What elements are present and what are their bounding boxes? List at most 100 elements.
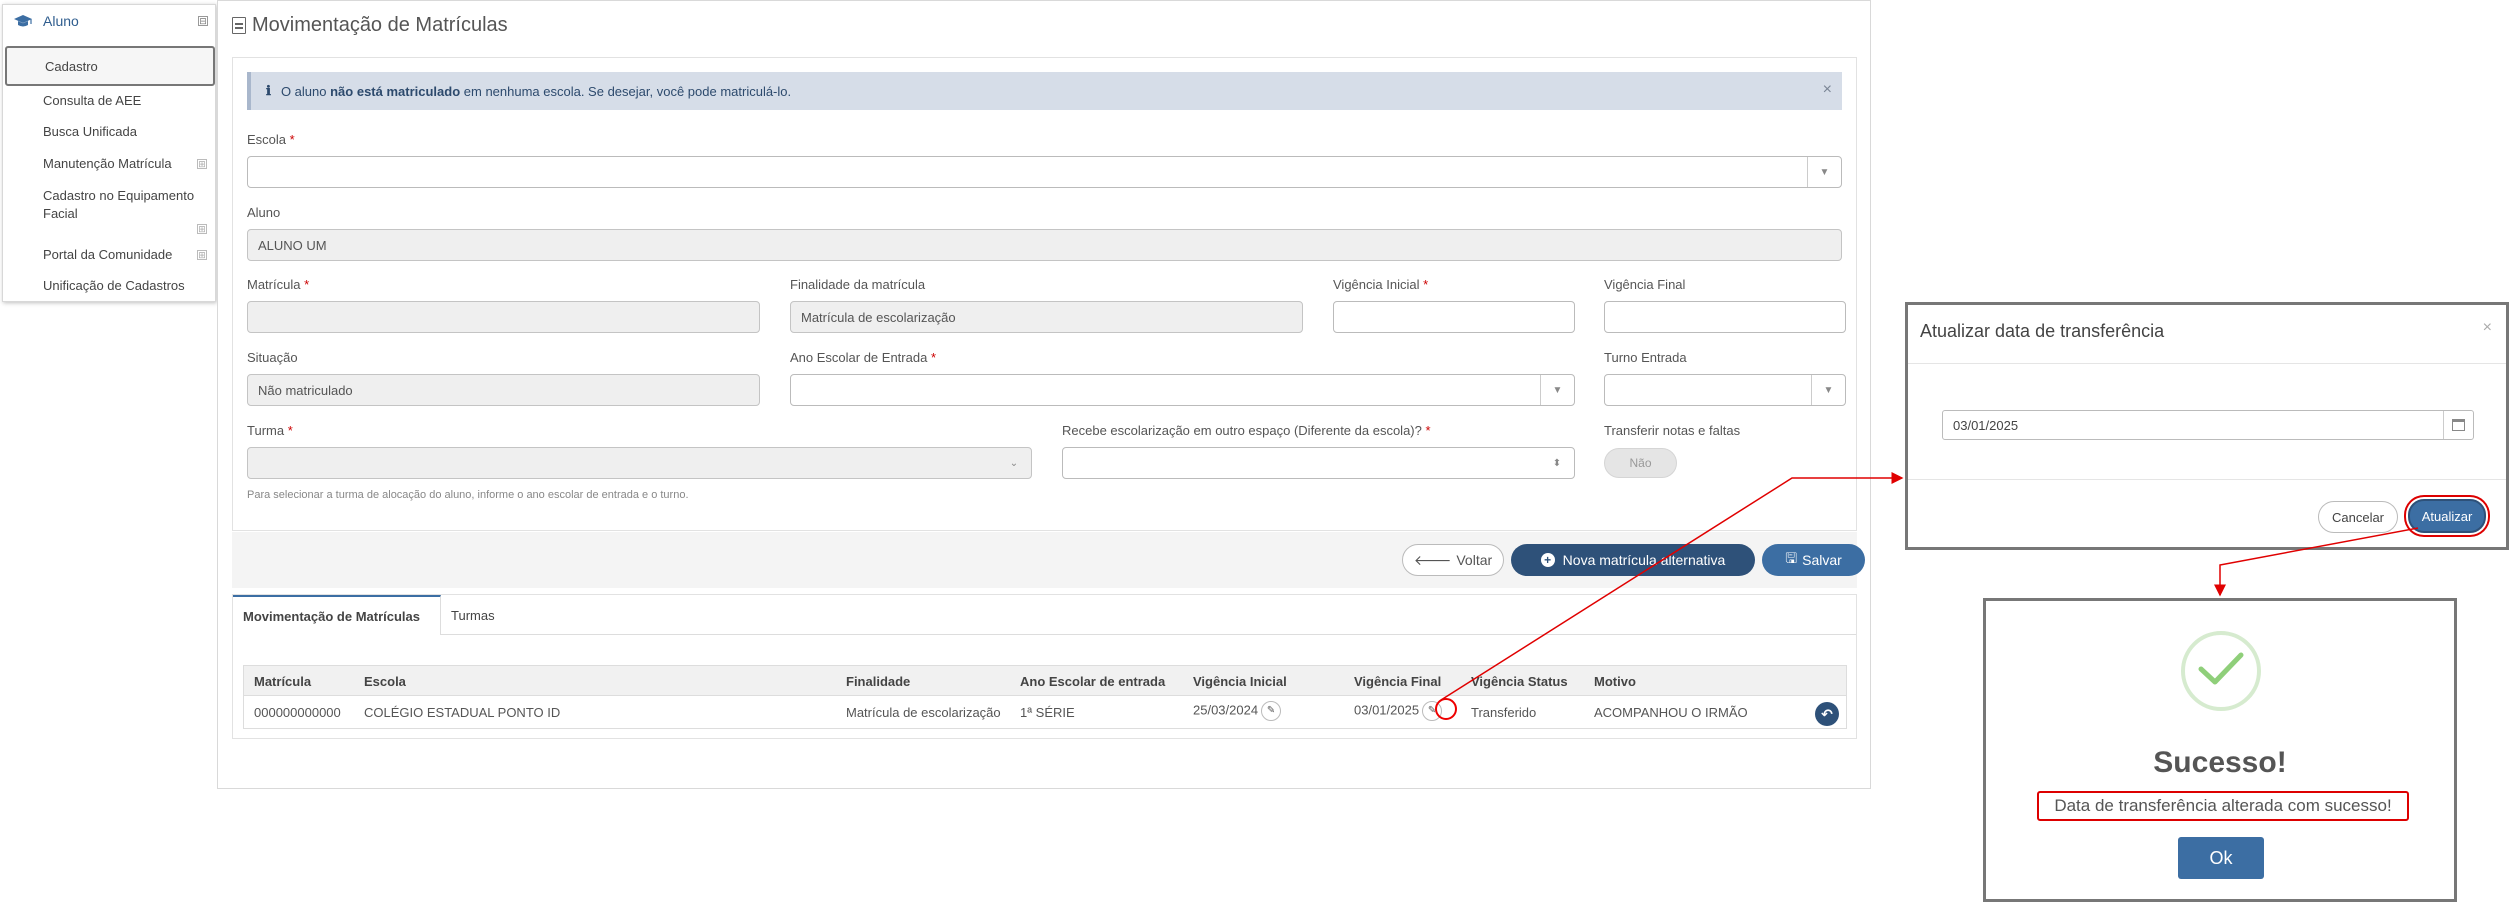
cell-vigencia-final: 03/01/2025 ✎ [1354,701,1443,721]
sidebar-item-portal-comunidade[interactable]: Portal da Comunidade [43,247,172,262]
column-header: Matrícula [254,674,312,689]
finalidade-field: Matrícula de escolarização [790,301,1303,333]
cell-finalidade: Matrícula de escolarização [846,705,1001,720]
outro-espaco-label: Recebe escolarização em outro espaço (Di… [1062,423,1431,438]
aluno-label: Aluno [247,205,281,220]
sidebar-item-busca-unificada[interactable]: Busca Unificada [43,124,137,139]
tab-movimentacao[interactable]: Movimentação de Matrículas [233,595,441,635]
outro-espaco-select[interactable]: ⬍ [1062,447,1575,479]
matricula-label: Matrícula * [247,277,310,292]
close-icon[interactable]: × [1823,81,1832,99]
finalidade-label: Finalidade da matrícula [790,277,926,292]
sidebar-item-label: Consulta de AEE [43,93,142,108]
chevron-down-icon: ▼ [1811,375,1845,405]
edit-icon[interactable]: ✎ [1261,701,1282,721]
highlight-ring [1435,698,1457,720]
salvar-button[interactable]: 🖫 Salvar [1762,544,1865,576]
graduation-cap-icon [14,15,32,27]
escola-select[interactable]: ▼ [247,156,1842,188]
calendar-icon [2452,419,2465,431]
ok-button[interactable]: Ok [2178,837,2264,879]
document-icon [232,17,246,34]
cell-escola: COLÉGIO ESTADUAL PONTO ID [364,705,561,720]
sidebar-module-label: Aluno [43,13,79,29]
close-icon[interactable]: × [2483,319,2492,337]
situacao-label: Situação [247,350,298,365]
column-header: Vigência Inicial [1193,674,1287,689]
turno-select[interactable]: ▼ [1604,374,1846,406]
sidebar-module-header[interactable]: Aluno ⊟ [3,5,215,37]
vigencia-inicial-input[interactable] [1333,301,1575,333]
ano-escolar-label: Ano Escolar de Entrada * [790,350,936,365]
escola-label: Escola * [247,132,295,147]
undo-button[interactable]: ↶ [1815,702,1839,726]
info-icon: ℹ [266,83,271,99]
expand-icon[interactable]: ⊞ [197,250,207,260]
ano-escolar-select[interactable]: ▼ [790,374,1575,406]
nova-matricula-button[interactable]: + Nova matrícula alternativa [1511,544,1755,576]
sidebar-item-equipamento-facial[interactable]: Cadastro no Equipamento Facial [43,187,211,223]
success-message: Data de transferência alterada com suces… [2037,791,2409,821]
sidebar-item-label: Cadastro no Equipamento Facial [43,188,195,221]
sidebar-item-label: Unificação de Cadastros [43,278,185,293]
enrollment-form: ℹ O aluno não está matriculado em nenhum… [232,57,1857,531]
vigencia-final-label: Vigência Final [1604,277,1686,292]
turma-label: Turma * [247,423,293,438]
save-icon: 🖫 [1785,550,1798,566]
success-modal: Sucesso! Data de transferência alterada … [1983,598,2457,902]
sidebar-menu: Aluno ⊟ Cadastro Consulta de AEE Busca U… [2,4,216,302]
calendar-button[interactable] [2443,411,2473,439]
column-header: Escola [364,674,406,689]
alert-text: O aluno não está matriculado em nenhuma … [280,83,792,99]
modal-divider [1908,479,2506,480]
tab-turmas[interactable]: Turmas [441,595,505,635]
tab-divider [441,634,1856,635]
chevron-down-icon: ⌄ [1009,457,1019,469]
expand-icon[interactable]: ⊞ [197,159,207,169]
sidebar-item-cadastro[interactable]: Cadastro [5,46,215,86]
cancel-button[interactable]: Cancelar [2318,501,2398,533]
column-header: Ano Escolar de entrada [1020,674,1166,689]
action-bar: 🡐 Voltar + Nova matrícula alternativa 🖫 … [232,532,1865,588]
transfer-date-input[interactable]: 03/01/2025 [1942,410,2474,440]
transferir-toggle[interactable]: Não [1604,448,1677,478]
cell-motivo: ACOMPANHOU O IRMÃO [1594,705,1748,720]
update-date-modal: Atualizar data de transferência × 03/01/… [1905,302,2509,550]
voltar-button[interactable]: 🡐 Voltar [1402,544,1504,576]
cell-ano: 1ª SÉRIE [1020,705,1075,720]
modal-divider [1908,363,2506,364]
matricula-field [247,301,760,333]
column-header: Finalidade [846,674,911,689]
expand-icon[interactable]: ⊞ [197,224,207,234]
collapse-icon[interactable]: ⊟ [198,16,208,26]
info-alert: ℹ O aluno não está matriculado em nenhum… [247,72,1842,110]
sidebar-item-consulta-aee[interactable]: Consulta de AEE [43,93,141,108]
turno-label: Turno Entrada [1604,350,1687,365]
chevron-down-icon: ▼ [1807,157,1841,187]
modal-title: Atualizar data de transferência [1920,321,2165,341]
column-header: Motivo [1594,674,1636,689]
chevron-down-icon: ▼ [1540,375,1574,405]
update-button[interactable]: Atualizar [2408,499,2486,533]
plus-icon: + [1540,553,1555,567]
main-panel: Movimentação de Matrículas ℹ O aluno não… [217,0,1871,789]
success-title: Sucesso! [2153,746,2287,779]
sidebar-item-unificacao-cadastros[interactable]: Unificação de Cadastros [43,278,185,293]
sidebar-item-label: Manutenção Matrícula [43,156,172,171]
page-title-text: Movimentação de Matrículas [252,14,508,36]
tabs-section: Movimentação de Matrículas Turmas Matríc… [232,594,1857,739]
cell-status: Transferido [1471,705,1537,720]
vigencia-inicial-label: Vigência Inicial * [1333,277,1429,292]
vigencia-final-input[interactable] [1604,301,1846,333]
turma-hint: Para selecionar a turma de alocação do a… [247,489,689,501]
sidebar-item-manutencao-matricula[interactable]: Manutenção Matrícula [43,156,172,171]
cell-matricula: 000000000000 [254,705,341,720]
updown-icon: ⬍ [1552,457,1562,469]
situacao-field: Não matriculado [247,374,760,406]
sidebar-item-label: Busca Unificada [43,124,137,139]
arrow-left-icon: 🡐 [1413,551,1452,568]
column-header: Vigência Status [1471,674,1568,689]
page-title: Movimentação de Matrículas [232,14,508,37]
sidebar-item-label: Portal da Comunidade [43,247,173,262]
turma-select[interactable]: ⌄ [247,447,1032,479]
